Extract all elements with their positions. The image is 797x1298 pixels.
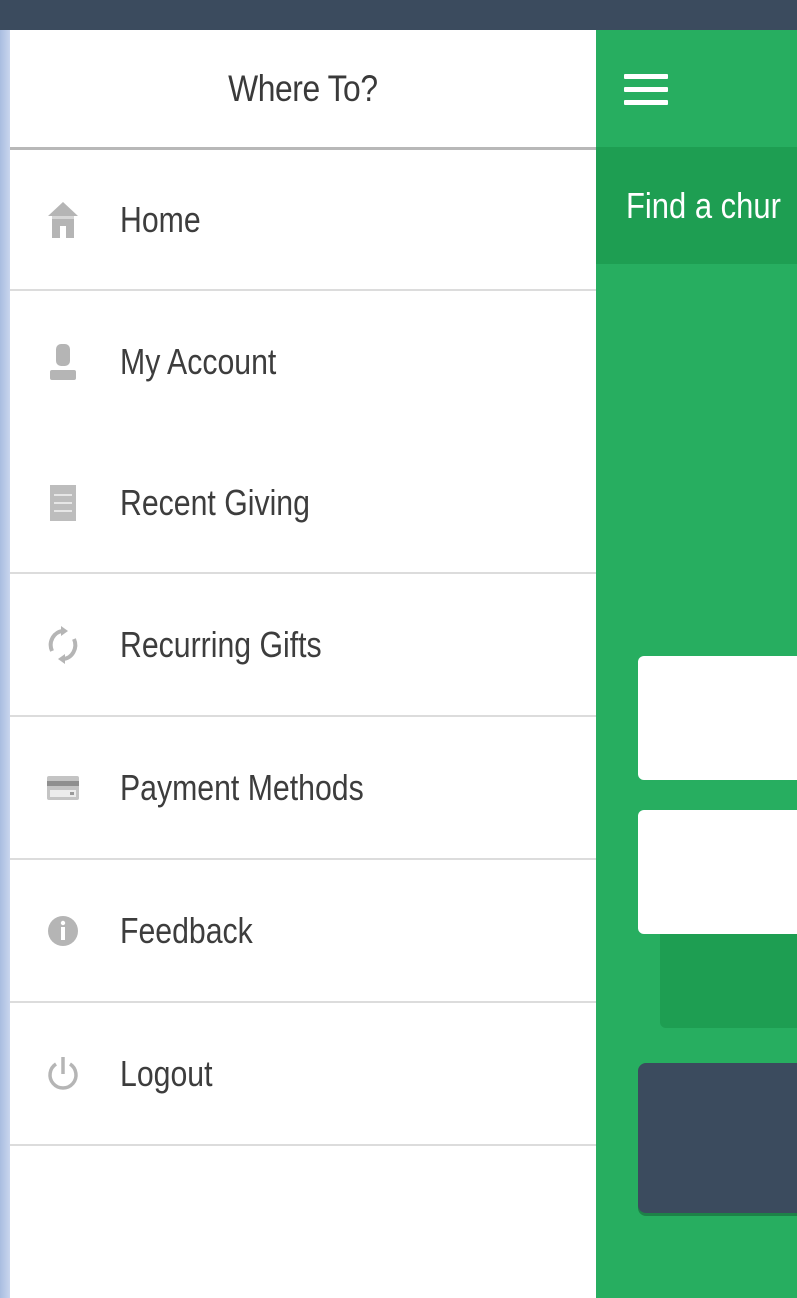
menu-item-label: Payment Methods <box>120 766 364 808</box>
navigation-drawer: Where To? Home My Account Recent Giving … <box>10 30 596 1298</box>
power-icon <box>46 1054 80 1094</box>
menu-item-recent-giving[interactable]: Recent Giving <box>10 433 596 574</box>
hamburger-icon[interactable] <box>624 74 668 110</box>
main-content: Find a chur <box>596 30 797 1298</box>
menu-item-label: Logout <box>120 1052 213 1094</box>
search-field-1[interactable] <box>638 656 797 780</box>
list-icon <box>46 483 80 523</box>
menu-item-my-account[interactable]: My Account <box>10 291 596 433</box>
drawer-header: Where To? <box>10 30 596 150</box>
info-icon <box>46 911 80 951</box>
menu-item-label: Feedback <box>120 909 253 951</box>
submit-button[interactable] <box>638 1063 797 1213</box>
menu-item-label: Recent Giving <box>120 481 310 523</box>
refresh-icon <box>46 625 80 665</box>
subheader: Find a chur <box>596 147 797 264</box>
user-icon <box>46 342 80 382</box>
menu-item-label: My Account <box>120 341 277 382</box>
menu-item-feedback[interactable]: Feedback <box>10 860 596 1003</box>
green-button[interactable] <box>660 934 797 1028</box>
window-top-bar <box>0 0 797 30</box>
app-bar <box>596 30 797 147</box>
drawer-title: Where To? <box>228 67 378 109</box>
home-icon <box>46 200 80 240</box>
menu-item-logout[interactable]: Logout <box>10 1003 596 1146</box>
credit-card-icon <box>46 768 80 808</box>
menu-item-home[interactable]: Home <box>10 150 596 291</box>
subheader-text: Find a chur <box>626 184 781 226</box>
menu-item-label: Recurring Gifts <box>120 623 322 665</box>
menu-item-payment-methods[interactable]: Payment Methods <box>10 717 596 860</box>
menu-item-label: Home <box>120 198 201 240</box>
menu-item-recurring-gifts[interactable]: Recurring Gifts <box>10 574 596 717</box>
search-field-2[interactable] <box>638 810 797 934</box>
